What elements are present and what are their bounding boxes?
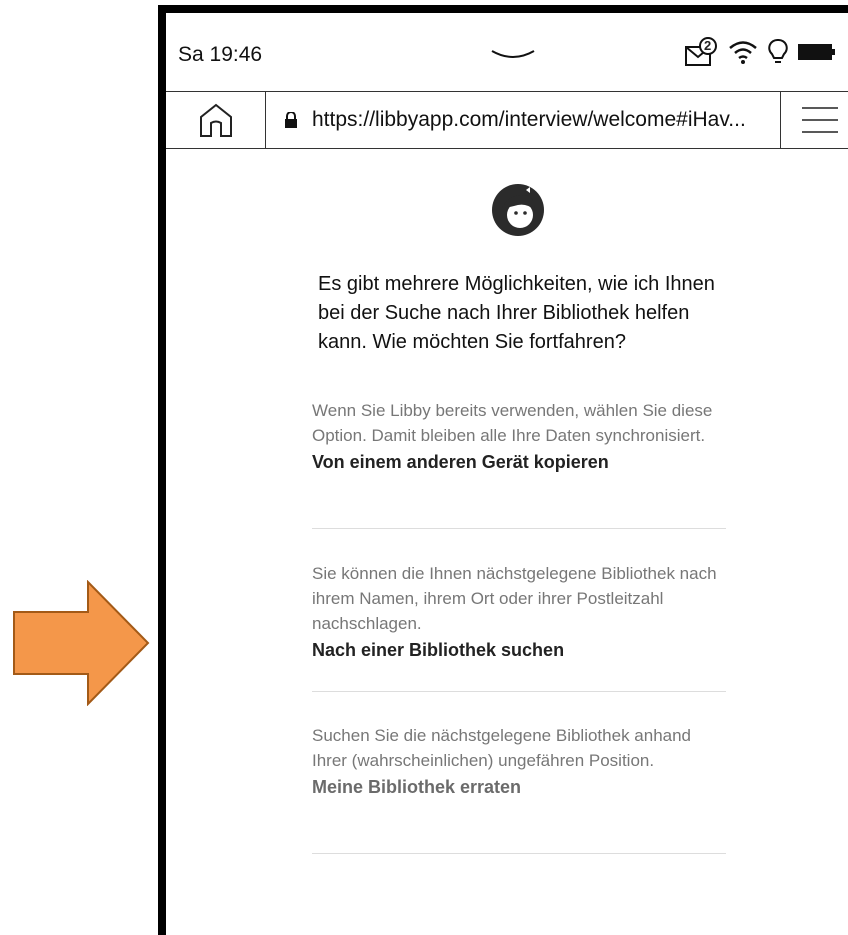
option-guess-library[interactable]: Suchen Sie die nächstgelegene Bibliothek… xyxy=(312,723,726,854)
option-description: Suchen Sie die nächstgelegene Bibliothek… xyxy=(312,726,692,770)
option-description: Wenn Sie Libby bereits verwenden, wählen… xyxy=(312,401,713,445)
option-description: Sie können die Ihnen nächstgelegene Bibl… xyxy=(312,564,717,633)
status-time: Sa 19:46 xyxy=(178,43,263,66)
notification-count: 2 xyxy=(704,38,712,53)
lock-icon xyxy=(284,111,298,128)
copy-from-device-button[interactable]: Von einem anderen Gerät kopieren xyxy=(312,452,726,473)
home-icon xyxy=(199,103,232,137)
guess-library-button[interactable]: Meine Bibliothek erraten xyxy=(312,777,726,798)
option-copy-device[interactable]: Wenn Sie Libby bereits verwenden, wählen… xyxy=(312,398,726,529)
arrow-annotation-icon xyxy=(13,580,150,706)
browser-url-bar: https://libbyapp.com/interview/welcome#i… xyxy=(166,91,848,149)
page-content: Es gibt mehrere Möglichkeiten, wie ich I… xyxy=(166,148,848,935)
hamburger-menu-icon xyxy=(801,107,838,133)
frontlight-bulb-icon[interactable] xyxy=(768,38,788,66)
menu-button[interactable] xyxy=(781,92,848,148)
status-icons: 2 xyxy=(684,37,836,67)
status-bar: Sa 19:46 2 xyxy=(166,13,848,91)
intro-text: Es gibt mehrere Möglichkeiten, wie ich I… xyxy=(318,273,715,353)
home-button[interactable] xyxy=(166,92,266,148)
pull-down-chevron-icon[interactable] xyxy=(490,49,536,63)
ereader-screen: Sa 19:46 2 https://libbyapp.com/intervie… xyxy=(158,5,848,935)
search-library-button[interactable]: Nach einer Bibliothek suchen xyxy=(312,640,726,661)
libby-avatar-icon xyxy=(492,184,544,236)
wifi-icon xyxy=(729,41,757,64)
battery-icon xyxy=(798,44,835,60)
url-field[interactable]: https://libbyapp.com/interview/welcome#i… xyxy=(266,92,781,148)
url-text: https://libbyapp.com/interview/welcome#i… xyxy=(312,108,746,131)
option-search-library[interactable]: Sie können die Ihnen nächstgelegene Bibl… xyxy=(312,561,726,692)
notification-mail-icon[interactable]: 2 xyxy=(684,37,718,67)
